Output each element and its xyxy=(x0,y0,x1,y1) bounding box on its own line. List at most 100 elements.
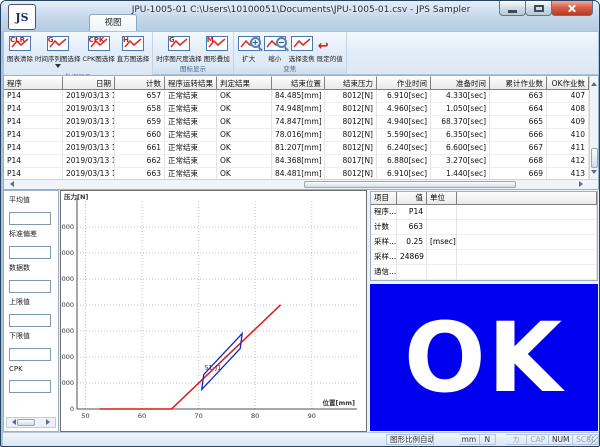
scroll-up-icon[interactable] xyxy=(591,79,597,86)
ribbon-button-直方图选择[interactable]: H直方图选择 xyxy=(116,34,151,64)
ribbon-button-缩小[interactable]: −缩小 xyxy=(262,34,288,64)
ribbon-button-时序图尺度选择[interactable]: G时序图尺度选择 xyxy=(155,34,203,64)
ribbon-group-title: 变焦 xyxy=(234,64,346,74)
scroll-right-icon[interactable] xyxy=(46,419,53,425)
ribbon-button-label: 图表清除 xyxy=(7,53,33,63)
table-cell: 665 xyxy=(490,116,547,129)
table-cell: 408 xyxy=(547,103,589,116)
stat-field-input[interactable] xyxy=(9,314,51,327)
table-row[interactable]: P142019/03/13 15:...662正常结束OK84.368[mm]8… xyxy=(4,155,598,168)
item-column-header[interactable]: 项目 xyxy=(371,192,397,205)
stat-field-label: 数据数 xyxy=(9,263,53,273)
table-cell: P14 xyxy=(4,103,63,116)
stat-field-input[interactable] xyxy=(9,380,51,393)
table-cell: 658 xyxy=(115,103,165,116)
ribbon-button-扩大[interactable]: +扩大 xyxy=(236,34,262,64)
table-row[interactable]: P142019/03/13 15:...658正常结束OK74.948[mm]8… xyxy=(4,103,598,116)
table-cell: 412 xyxy=(547,155,589,168)
column-header-10[interactable]: OK作业数 xyxy=(547,76,589,90)
scroll-left-icon[interactable] xyxy=(9,419,16,425)
scroll-left-icon[interactable] xyxy=(7,181,14,187)
stat-field-input[interactable] xyxy=(9,280,51,293)
table-cell: 84.368[mm] xyxy=(272,155,325,168)
scroll-right-icon[interactable] xyxy=(579,181,586,187)
stat-field-label: CPK xyxy=(9,365,53,373)
stat-field-label: 下限值 xyxy=(9,331,53,341)
column-header-7[interactable]: 作业时间 xyxy=(377,76,431,90)
table-cell: 4.940[sec] xyxy=(377,116,431,129)
chart-tool-icon: M xyxy=(205,35,229,52)
statistics-sidebar: 平均值标准偏差数据数上限值下限值CPK xyxy=(3,190,59,432)
tab-view[interactable]: 视图 xyxy=(89,14,137,31)
chart-tool-icon: G xyxy=(167,35,191,52)
column-header-9[interactable]: 累计作业数 xyxy=(490,76,547,90)
svg-text:8000: 8000 xyxy=(61,301,74,309)
zoom-out-icon: − xyxy=(276,37,287,48)
stat-field-input[interactable] xyxy=(9,212,51,225)
ribbon-button-选择变焦[interactable]: 选择变焦 xyxy=(288,34,316,64)
table-vertical-scrollbar[interactable] xyxy=(589,76,598,180)
resize-grip[interactable] xyxy=(588,435,598,445)
minimize-button[interactable] xyxy=(499,1,526,16)
stat-field-label: 平均值 xyxy=(9,195,53,205)
status-bar: 图形比例自动 mmNカナCAPNUMSCRL xyxy=(3,432,599,446)
table-cell: 84.485[mm] xyxy=(272,90,325,103)
ribbon-button-时间序列图选择[interactable]: G时间序列图选择 xyxy=(34,34,82,72)
item-row[interactable]: 通信... xyxy=(371,265,597,280)
stat-field-input[interactable] xyxy=(9,348,51,361)
svg-text:70: 70 xyxy=(194,412,202,420)
item-row[interactable]: 采样...0.25[msec] xyxy=(371,235,597,250)
table-cell: 667 xyxy=(490,142,547,155)
scroll-down-icon[interactable] xyxy=(591,170,597,177)
column-header-1[interactable]: 日期 xyxy=(63,76,115,90)
ribbon-button-图形叠加[interactable]: M图形叠加 xyxy=(203,34,231,64)
table-cell: 663 xyxy=(490,90,547,103)
pressure-position-chart[interactable]: 0200040006000800010000120001400050607080… xyxy=(60,190,367,432)
column-header-0[interactable]: 程序 xyxy=(4,76,63,90)
column-header-6[interactable]: 结束压力 xyxy=(325,76,377,90)
item-row[interactable]: 采样...24869 xyxy=(371,250,597,265)
chart-tool-icon: + xyxy=(237,35,261,52)
item-row[interactable]: 程序...P14 xyxy=(371,205,597,220)
table-cell: 1.050[sec] xyxy=(431,103,490,116)
sidebar-scrollbar[interactable] xyxy=(6,417,56,428)
ribbon-button-label: 时间序列图选择 xyxy=(35,53,81,63)
item-cell xyxy=(427,265,457,280)
dropdown-caret-icon xyxy=(55,64,61,71)
ribbon-button-CPK图选择[interactable]: CPKCPK图选择 xyxy=(82,34,116,64)
chart-canvas: 0200040006000800010000120001400050607080… xyxy=(61,191,366,431)
chart-tool-icon: H xyxy=(121,35,145,52)
ribbon-group-1: G时序图尺度选择M图形叠加图标显示 xyxy=(153,32,234,74)
app-logo-icon[interactable]: JS xyxy=(8,4,36,30)
item-cell: 采样... xyxy=(371,235,397,250)
table-horizontal-scrollbar[interactable] xyxy=(4,179,598,189)
ribbon-button-图表清除[interactable]: CLR图表清除 xyxy=(6,34,34,64)
table-row[interactable]: P142019/03/13 15:...657正常结束OK84.485[mm]8… xyxy=(4,90,598,103)
item-row[interactable]: 计数663 xyxy=(371,220,597,235)
item-table-body: 程序...P14计数663采样...0.25[msec]采样...24869通信… xyxy=(371,205,597,280)
table-cell: 659 xyxy=(115,116,165,129)
table-cell: 8012[N] xyxy=(325,103,377,116)
maximize-button[interactable] xyxy=(525,1,552,16)
table-cell: 410 xyxy=(547,129,589,142)
table-row[interactable]: P142019/03/13 15:...661正常结束OK81.207[mm]8… xyxy=(4,142,598,155)
vscroll-thumb[interactable] xyxy=(591,148,598,168)
column-header-2[interactable]: 计数 xyxy=(115,76,165,90)
close-button[interactable] xyxy=(551,1,593,16)
status-pane-4: NUM xyxy=(549,434,573,445)
column-header-3[interactable]: 程序运转结果 xyxy=(165,76,217,90)
ribbon-button-label: 既定的值 xyxy=(317,53,343,63)
item-row-filler xyxy=(457,250,597,265)
ribbon-button-既定的值[interactable]: ↩既定的值 xyxy=(316,34,344,64)
table-cell: 正常结束 xyxy=(165,155,217,168)
hscroll-thumb[interactable] xyxy=(304,181,516,188)
table-row[interactable]: P142019/03/13 15:...659正常结束OK74.847[mm]8… xyxy=(4,116,598,129)
column-header-8[interactable]: 准备时间 xyxy=(431,76,490,90)
table-row[interactable]: P142019/03/13 15:...660正常结束OK78.016[mm]8… xyxy=(4,129,598,142)
item-column-header[interactable]: 值 xyxy=(397,192,427,205)
sidebar-scroll-thumb[interactable] xyxy=(17,419,35,426)
column-header-4[interactable]: 判定结果 xyxy=(217,76,272,90)
stat-field-input[interactable] xyxy=(9,246,51,259)
column-header-5[interactable]: 结束位置 xyxy=(272,76,325,90)
item-column-header[interactable]: 单位 xyxy=(427,192,457,205)
